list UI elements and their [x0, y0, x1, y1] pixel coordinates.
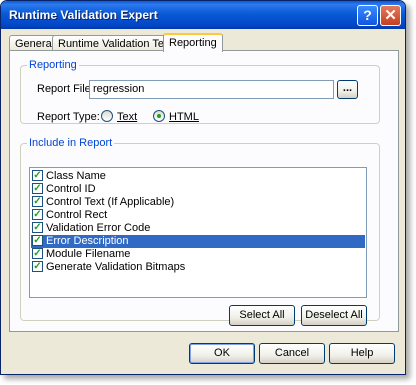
list-item-generate-validation-bitmaps[interactable]: ✓ Generate Validation Bitmaps: [31, 261, 365, 274]
include-in-report-group: Include in Report ✓ Class Name ✓ Control…: [20, 137, 380, 326]
radio-text-label[interactable]: Text: [117, 111, 137, 123]
list-item-module-filename[interactable]: ✓ Module Filename: [31, 248, 365, 261]
list-item-label: Control Rect: [46, 209, 108, 221]
ok-button[interactable]: OK: [189, 343, 255, 364]
checkbox-error-description[interactable]: ✓: [32, 235, 43, 246]
report-file-label: Report File:: [37, 83, 94, 95]
checkbox-generate-validation-bitmaps[interactable]: ✓: [32, 261, 43, 272]
radio-text[interactable]: [101, 110, 113, 122]
question-icon: ?: [363, 7, 372, 23]
list-item-control-rect[interactable]: ✓ Control Rect: [31, 209, 365, 222]
dialog-window: Runtime Validation Expert ? ✕ General Ru…: [0, 0, 406, 375]
select-all-button[interactable]: Select All: [229, 305, 295, 326]
list-item-label: Control ID: [46, 183, 96, 195]
checkbox-class-name[interactable]: ✓: [32, 170, 43, 181]
help-title-button[interactable]: ?: [357, 5, 378, 26]
list-item-label: Control Text (If Applicable): [46, 196, 175, 208]
close-button[interactable]: ✕: [380, 5, 401, 26]
close-icon: ✕: [384, 7, 397, 24]
title-bar[interactable]: Runtime Validation Expert ? ✕: [1, 1, 405, 29]
list-item-control-text[interactable]: ✓ Control Text (If Applicable): [31, 196, 365, 209]
reporting-group-legend: Reporting: [29, 59, 77, 71]
reporting-group: Reporting Report File: regression ... Re…: [20, 59, 380, 124]
radio-html-label[interactable]: HTML: [169, 111, 199, 123]
list-item-control-id[interactable]: ✓ Control ID: [31, 183, 365, 196]
report-type-label: Report Type:: [37, 111, 100, 123]
cancel-button[interactable]: Cancel: [259, 343, 325, 364]
list-item-validation-error-code[interactable]: ✓ Validation Error Code: [31, 222, 365, 235]
help-button[interactable]: Help: [329, 343, 395, 364]
list-item-label: Generate Validation Bitmaps: [46, 261, 186, 273]
list-item-label: Module Filename: [46, 248, 131, 260]
checkbox-validation-error-code[interactable]: ✓: [32, 222, 43, 233]
browse-button[interactable]: ...: [337, 80, 358, 99]
checkbox-control-id[interactable]: ✓: [32, 183, 43, 194]
list-item-label: Validation Error Code: [46, 222, 151, 234]
checkbox-control-text[interactable]: ✓: [32, 196, 43, 207]
list-item-label: Error Description: [46, 235, 129, 247]
reporting-tab-panel: Reporting Report File: regression ... Re…: [9, 50, 399, 332]
list-item-error-description[interactable]: ✓ Error Description: [31, 235, 365, 248]
deselect-all-button[interactable]: Deselect All: [301, 305, 367, 326]
tab-reporting[interactable]: Reporting: [163, 33, 223, 52]
list-item-class-name[interactable]: ✓ Class Name: [31, 170, 365, 183]
include-group-legend: Include in Report: [29, 137, 113, 149]
checkbox-control-rect[interactable]: ✓: [32, 209, 43, 220]
report-file-input[interactable]: regression: [89, 80, 334, 99]
list-item-label: Class Name: [46, 170, 106, 182]
radio-html[interactable]: [153, 110, 165, 122]
include-checklist[interactable]: ✓ Class Name ✓ Control ID ✓ Control Text…: [29, 167, 367, 298]
window-title: Runtime Validation Expert: [9, 8, 158, 22]
checkbox-module-filename[interactable]: ✓: [32, 248, 43, 259]
